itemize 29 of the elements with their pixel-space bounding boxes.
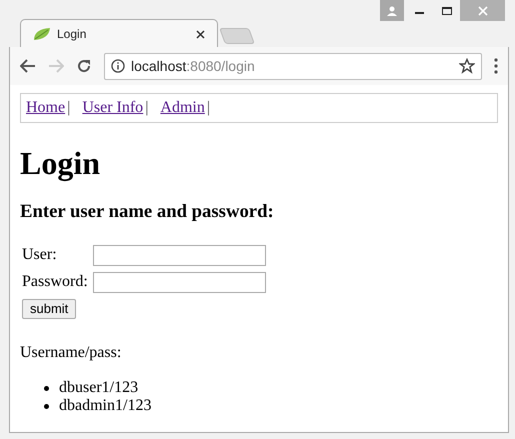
browser-tab[interactable]: Login — [20, 19, 218, 48]
info-icon — [111, 59, 125, 73]
star-icon[interactable] — [459, 58, 475, 74]
address-bar[interactable]: localhost:8080/login — [104, 52, 482, 80]
back-arrow-icon[interactable] — [20, 59, 36, 73]
menu-icon[interactable] — [494, 58, 498, 74]
account-text: dbuser1/123 — [59, 379, 138, 397]
account-text: dbadmin1/123 — [59, 397, 152, 415]
nav-link[interactable]: Home — [26, 96, 66, 120]
submit-button[interactable]: submit — [22, 298, 76, 318]
input-field[interactable] — [93, 244, 266, 266]
leaf-icon — [33, 27, 51, 41]
close-icon[interactable] — [196, 30, 205, 38]
bullet-icon — [44, 404, 49, 408]
input-field[interactable] — [93, 272, 266, 292]
nav-link[interactable]: Admin — [160, 96, 205, 120]
field-label: User: — [22, 245, 58, 265]
hint-text: Username/pass: — [20, 343, 122, 363]
url-text: localhost:8080/login — [131, 56, 256, 76]
page-heading: Login — [20, 144, 102, 183]
tab-title: Login — [57, 26, 88, 43]
field-label: Password: — [22, 272, 89, 292]
nav-link[interactable]: User Info — [82, 96, 144, 120]
reload-icon[interactable] — [76, 58, 92, 74]
nav-separator: | — [145, 98, 148, 118]
bullet-icon — [44, 386, 49, 390]
page-subheading: Enter user name and password: — [20, 201, 275, 223]
nav-separator: | — [67, 98, 70, 118]
nav-separator: | — [206, 98, 210, 118]
